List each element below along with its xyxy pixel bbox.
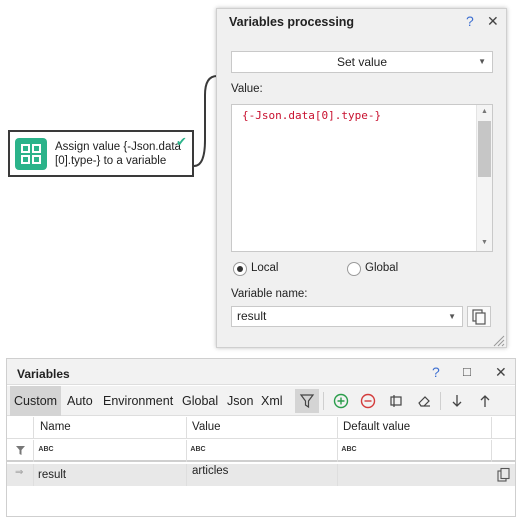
tab-custom[interactable]: Custom <box>10 386 62 416</box>
export-button[interactable] <box>473 389 497 413</box>
copy-button[interactable] <box>467 306 491 327</box>
column-name[interactable]: Name <box>40 421 71 433</box>
checkmark-icon: ✔ <box>176 134 187 149</box>
grid-header: Name Value Default value <box>7 417 515 439</box>
frame-icon <box>390 395 402 407</box>
cell-value[interactable]: articles <box>192 465 228 477</box>
filter-glyph: ABC <box>38 446 54 453</box>
row-pointer-icon: ⇒ <box>15 467 24 478</box>
remove-variable-button[interactable] <box>356 389 380 413</box>
variables-titlebar: Variables ? □ ✕ <box>7 359 515 385</box>
filter-icon <box>299 394 315 409</box>
tab-xml[interactable]: Xml <box>257 386 287 416</box>
variables-panel: Variables ? □ ✕ Custom Auto Environment … <box>6 358 516 517</box>
help-icon[interactable]: ? <box>432 364 440 380</box>
column-value[interactable]: Value <box>192 421 221 433</box>
tab-environment[interactable]: Environment <box>99 386 177 416</box>
copy-icon[interactable] <box>496 467 512 483</box>
node-label-line1: Assign value {-Json.data <box>55 141 181 153</box>
table-row[interactable]: ⇒ result articles <box>7 464 515 486</box>
scroll-down-icon[interactable]: ▼ <box>481 239 488 246</box>
radio-global[interactable] <box>347 262 361 276</box>
cell-name[interactable]: result <box>38 469 66 481</box>
varname-combobox[interactable]: result ▼ <box>231 306 463 327</box>
filter-row: ABC ABC ABC <box>7 440 515 462</box>
import-button[interactable] <box>445 389 469 413</box>
tab-global[interactable]: Global <box>178 386 222 416</box>
text-filter-icon[interactable]: ABC <box>190 445 206 457</box>
filter-glyph: ABC <box>190 446 206 453</box>
eraser-icon <box>418 396 430 407</box>
rename-button[interactable] <box>384 389 408 413</box>
editor-scrollbar[interactable]: ▲ ▼ <box>476 105 492 251</box>
column-divider <box>186 417 187 439</box>
node-label: Assign value {-Json.data [0].type-} to a… <box>55 140 185 168</box>
variables-title: Variables <box>17 367 70 381</box>
scope-global-radio[interactable]: Global <box>347 261 427 277</box>
variables-processing-panel: Variables processing ? ✕ Set value ▼ Val… <box>216 8 507 348</box>
column-divider <box>33 440 34 462</box>
filter-button[interactable] <box>295 389 319 413</box>
tab-json[interactable]: Json <box>223 386 257 416</box>
scroll-thumb[interactable] <box>478 121 491 177</box>
arrow-up-icon <box>480 395 490 407</box>
column-divider <box>33 417 34 439</box>
chevron-down-icon: ▼ <box>448 312 456 321</box>
action-node[interactable]: Assign value {-Json.data [0].type-} to a… <box>8 130 194 177</box>
filter-icon <box>16 446 25 455</box>
add-variable-button[interactable] <box>329 389 353 413</box>
node-label-line2: [0].type-} to a variable <box>55 155 167 167</box>
mode-dropdown[interactable]: Set value ▼ <box>231 51 493 73</box>
column-divider <box>491 440 492 462</box>
column-divider <box>186 464 187 486</box>
close-icon[interactable]: ✕ <box>487 13 499 30</box>
tab-auto[interactable]: Auto <box>63 386 97 416</box>
toolbar-separator <box>440 392 441 410</box>
varname-value: result <box>237 309 267 323</box>
value-editor[interactable]: {-Json.data[0].type-} ▲ ▼ <box>231 104 493 252</box>
filter-glyph: ABC <box>341 446 357 453</box>
help-icon[interactable]: ? <box>466 13 474 29</box>
column-divider <box>33 464 34 486</box>
radio-local[interactable] <box>233 262 247 276</box>
column-divider <box>491 417 492 439</box>
copy-icon <box>472 309 486 325</box>
column-divider <box>337 464 338 486</box>
value-code: {-Json.data[0].type-} <box>242 109 382 122</box>
plus-circle-icon <box>333 393 349 409</box>
resize-grip-icon[interactable] <box>491 333 505 347</box>
value-label: Value: <box>231 83 263 95</box>
arrow-down-icon <box>452 395 462 407</box>
close-icon[interactable]: ✕ <box>495 364 507 381</box>
grid-icon <box>15 138 47 170</box>
column-divider <box>337 417 338 439</box>
variables-toolbar: Custom Auto Environment Global Json Xml <box>7 386 515 416</box>
text-filter-icon[interactable]: ABC <box>341 445 357 457</box>
varname-label: Variable name: <box>231 288 308 300</box>
column-divider <box>337 440 338 462</box>
mode-dropdown-value: Set value <box>336 55 388 69</box>
scope-local-label: Local <box>251 262 279 274</box>
clear-button[interactable] <box>412 389 436 413</box>
scope-global-label: Global <box>365 262 399 274</box>
minus-circle-icon <box>360 393 376 409</box>
column-default[interactable]: Default value <box>343 421 410 433</box>
scroll-up-icon[interactable]: ▲ <box>481 108 488 115</box>
maximize-icon[interactable]: □ <box>463 364 471 379</box>
chevron-down-icon: ▼ <box>478 57 486 66</box>
panel-title: Variables processing <box>229 15 355 29</box>
toolbar-separator <box>323 392 324 410</box>
scope-local-radio[interactable]: Local <box>233 261 313 277</box>
column-divider <box>186 440 187 462</box>
radio-selected-dot <box>237 266 243 272</box>
text-filter-icon[interactable]: ABC <box>38 445 54 457</box>
